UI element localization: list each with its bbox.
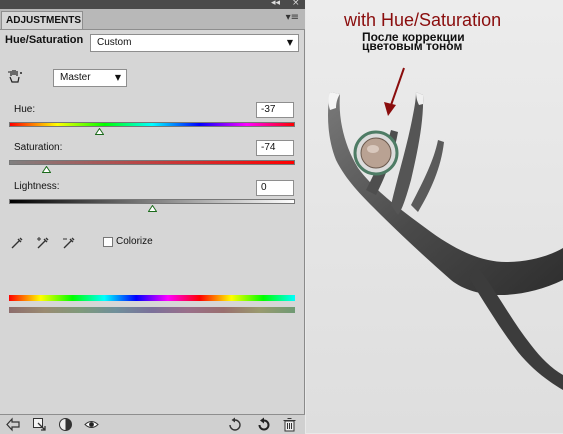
channel-dropdown[interactable]: Master ▼: [53, 69, 127, 87]
collapse-icon[interactable]: ◂◂: [271, 0, 280, 8]
adjustments-panel: ◂◂ × ADJUSTMENTS ▾≡ Hue/Saturation Custo…: [0, 0, 305, 434]
input-color-bar: [9, 295, 295, 301]
annotation-caption-line2: цветовым тоном: [362, 39, 463, 53]
panel-topbar: ◂◂ ×: [0, 0, 305, 9]
eyedropper-icon[interactable]: [10, 236, 24, 250]
antler-image: [328, 92, 563, 390]
chevron-down-icon: ▼: [286, 38, 293, 47]
saturation-slider-track[interactable]: [9, 160, 295, 165]
clip-to-layer-icon[interactable]: [32, 417, 47, 432]
hue-slider-track[interactable]: [9, 122, 295, 127]
annotation-heading: with Hue/Saturation: [344, 10, 502, 30]
panel-menu-icon[interactable]: ▾≡: [286, 12, 299, 23]
hue-slider-thumb[interactable]: [94, 128, 104, 135]
lightness-slider-thumb[interactable]: [147, 205, 157, 212]
tab-adjustments[interactable]: ADJUSTMENTS: [1, 11, 83, 29]
colorize-label: Colorize: [116, 236, 153, 247]
panel-bottom-toolbar: [0, 414, 305, 434]
preset-value: Custom: [97, 37, 132, 48]
arrow-pointer-icon: [384, 67, 405, 116]
preset-dropdown[interactable]: Custom ▼: [90, 34, 299, 52]
trash-icon[interactable]: [282, 417, 297, 432]
chevron-down-icon: ▼: [114, 73, 121, 82]
image-canvas: [306, 0, 563, 433]
colorize-checkbox[interactable]: [103, 237, 113, 247]
output-color-bar: [9, 307, 295, 313]
eye-icon[interactable]: [84, 417, 99, 432]
lightness-slider-track[interactable]: [9, 199, 295, 204]
hand-adjust-icon[interactable]: [7, 68, 23, 86]
eyedropper-minus-icon[interactable]: [62, 236, 76, 250]
reset-icon[interactable]: [256, 417, 271, 432]
eyedropper-plus-icon[interactable]: [36, 236, 50, 250]
hue-label: Hue:: [14, 104, 36, 115]
saturation-label: Saturation:: [14, 142, 63, 153]
saturation-input[interactable]: -74: [256, 140, 294, 156]
channel-value: Master: [60, 72, 91, 83]
color-sample-icon: [353, 130, 399, 176]
saturation-slider-thumb[interactable]: [41, 166, 51, 173]
panel-tab-row: ADJUSTMENTS ▾≡: [0, 9, 305, 30]
lightness-input[interactable]: 0: [256, 180, 294, 196]
mask-icon[interactable]: [58, 417, 73, 432]
adjustment-title: Hue/Saturation: [5, 34, 84, 46]
back-arrow-icon[interactable]: [6, 417, 21, 432]
lightness-label: Lightness:: [14, 181, 60, 192]
close-icon[interactable]: ×: [292, 0, 300, 8]
view-previous-icon[interactable]: [228, 417, 243, 432]
hue-input[interactable]: -37: [256, 102, 294, 118]
